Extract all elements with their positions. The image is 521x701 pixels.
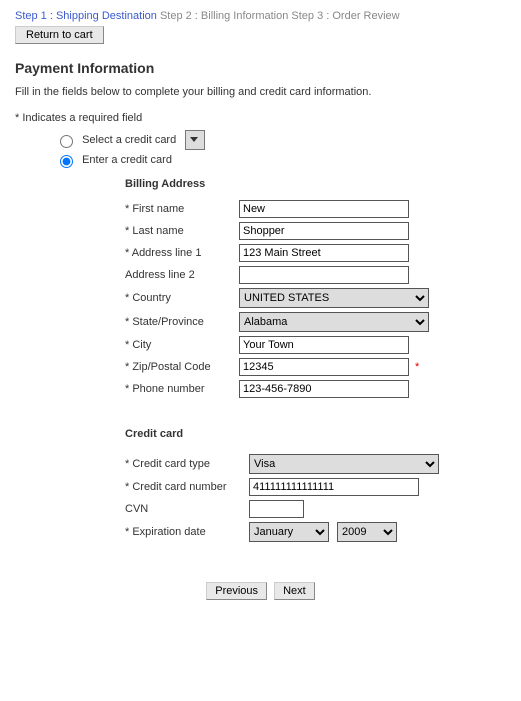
billing-form: * First name * Last name * Address line … xyxy=(125,200,506,398)
cc-type-label: * Credit card type xyxy=(125,458,249,470)
radio-enter-card[interactable] xyxy=(60,155,73,168)
last-name-field[interactable] xyxy=(239,222,409,240)
address2-field[interactable] xyxy=(239,266,409,284)
country-label: * Country xyxy=(125,292,239,304)
first-name-label: * First name xyxy=(125,203,239,215)
exp-year-select[interactable]: 2009 xyxy=(337,522,397,542)
return-to-cart-button[interactable]: Return to cart xyxy=(15,26,104,44)
cc-number-field[interactable] xyxy=(249,478,419,496)
zip-field[interactable] xyxy=(239,358,409,376)
zip-label: * Zip/Postal Code xyxy=(125,361,239,373)
country-select[interactable]: UNITED STATES xyxy=(239,288,429,308)
saved-card-dropdown[interactable] xyxy=(185,130,205,150)
next-button[interactable]: Next xyxy=(274,582,315,600)
step-billing: Step 2 : Billing Information xyxy=(160,10,288,22)
required-note: * Indicates a required field xyxy=(15,112,506,124)
credit-card-form: Credit card * Credit card type Visa * Cr… xyxy=(125,428,506,542)
state-label: * State/Province xyxy=(125,316,239,328)
credit-card-heading: Credit card xyxy=(125,428,506,440)
cc-type-select[interactable]: Visa xyxy=(249,454,439,474)
cc-number-label: * Credit card number xyxy=(125,481,249,493)
cvn-field[interactable] xyxy=(249,500,304,518)
step-review: Step 3 : Order Review xyxy=(291,10,399,22)
address1-label: * Address line 1 xyxy=(125,247,239,259)
previous-button[interactable]: Previous xyxy=(206,582,267,600)
radio-select-card[interactable] xyxy=(60,135,73,148)
page-title: Payment Information xyxy=(15,60,506,76)
address2-label: Address line 2 xyxy=(125,269,239,281)
radio-select-card-label: Select a credit card xyxy=(82,134,176,146)
state-select[interactable]: Alabama xyxy=(239,312,429,332)
phone-field[interactable] xyxy=(239,380,409,398)
step-shipping[interactable]: Step 1 : Shipping Destination xyxy=(15,10,157,22)
city-field[interactable] xyxy=(239,336,409,354)
city-label: * City xyxy=(125,339,239,351)
instructions: Fill in the fields below to complete you… xyxy=(15,86,506,98)
radio-enter-card-label: Enter a credit card xyxy=(82,154,172,166)
radio-enter-card-row: Enter a credit card xyxy=(55,152,506,168)
checkout-steps: Step 1 : Shipping Destination Step 2 : B… xyxy=(15,10,506,22)
phone-label: * Phone number xyxy=(125,383,239,395)
last-name-label: * Last name xyxy=(125,225,239,237)
exp-label: * Expiration date xyxy=(125,526,249,538)
zip-required-marker: * xyxy=(415,361,419,373)
cvn-label: CVN xyxy=(125,503,249,515)
first-name-field[interactable] xyxy=(239,200,409,218)
radio-select-card-row: Select a credit card xyxy=(55,130,506,150)
address1-field[interactable] xyxy=(239,244,409,262)
exp-month-select[interactable]: January xyxy=(249,522,329,542)
billing-address-heading: Billing Address xyxy=(125,178,506,190)
form-actions: Previous Next xyxy=(15,582,506,600)
